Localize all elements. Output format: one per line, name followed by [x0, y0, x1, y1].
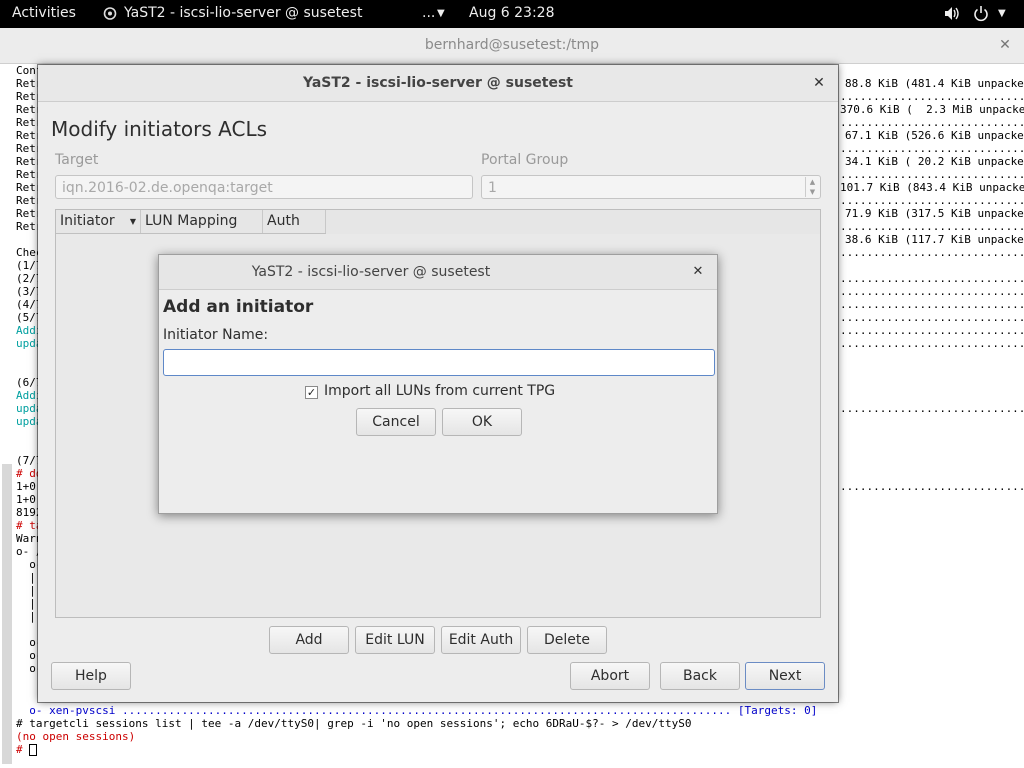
dialog-title: YaST2 - iscsi-lio-server @ susetest: [251, 264, 491, 280]
terminal-line: 88.8 KiB (481.4 KiB unpacked): [845, 77, 1024, 90]
page-title: Modify initiators ACLs: [51, 117, 268, 141]
portal-group-value: 1: [488, 180, 497, 196]
terminal-line: ...............................[done]: [840, 194, 1024, 207]
ok-button[interactable]: OK: [442, 408, 522, 436]
clock[interactable]: Aug 6 23:28: [469, 0, 555, 27]
top-bar: Activities YaST2 - iscsi-lio-server @ su…: [0, 0, 1024, 27]
table-header: Initiator ▼ LUN Mapping Auth: [56, 210, 326, 234]
initiator-name-input[interactable]: [163, 349, 715, 376]
abort-button-label: Abort: [590, 668, 630, 684]
terminal-line: 370.6 KiB ( 2.3 MiB unpacked): [840, 103, 1024, 116]
target-label: Target: [55, 152, 99, 168]
terminal-line: (no open sessions): [16, 730, 136, 743]
terminal-header: bernhard@susetest:/tmp ✕: [0, 28, 1024, 64]
column-header-auth[interactable]: Auth: [263, 210, 326, 233]
terminal-line: 71.9 KiB (317.5 KiB unpacked): [845, 207, 1024, 220]
spin-arrows-icon[interactable]: ▲ ▼: [805, 177, 819, 197]
delete-button[interactable]: Delete: [527, 626, 607, 654]
terminal-line: ...............................[done]: [840, 285, 1024, 298]
terminal-line: 34.1 KiB ( 20.2 KiB unpacked): [845, 155, 1024, 168]
terminal-line: ...............................[done]: [840, 168, 1024, 181]
terminal-title: bernhard@susetest:/tmp: [424, 37, 600, 53]
cursor-icon: [29, 744, 38, 756]
terminal-line: ...............................[done]: [840, 402, 1024, 415]
close-icon[interactable]: ✕: [996, 36, 1014, 54]
help-button-label: Help: [75, 668, 107, 684]
terminal-line: |: [16, 571, 36, 584]
terminal-line: # targetcli sessions list | tee -a /dev/…: [16, 717, 692, 730]
terminal-line: ...............................[done]: [840, 246, 1024, 259]
chevron-down-icon[interactable]: ▼: [437, 0, 445, 27]
add-button[interactable]: Add: [269, 626, 349, 654]
terminal-line: ...............................[done]: [840, 272, 1024, 285]
close-icon[interactable]: ✕: [689, 263, 707, 281]
yast-app-icon: [103, 0, 117, 27]
terminal-line: ...............................[done]: [840, 142, 1024, 155]
terminal-line: ...............................[done]: [840, 90, 1024, 103]
terminal-line: ...............................[done]: [840, 116, 1024, 129]
terminal-line: 1+0: [16, 493, 36, 506]
terminal-line: o- xen-pvscsi ..........................…: [16, 704, 818, 717]
back-button-label: Back: [683, 668, 717, 684]
portal-group-label: Portal Group: [481, 152, 569, 168]
terminal-line: 101.7 KiB (843.4 KiB unpacked): [840, 181, 1024, 194]
column-header-initiator[interactable]: Initiator ▼: [56, 210, 141, 233]
app-menu-title[interactable]: YaST2 - iscsi-lio-server @ susetest: [124, 0, 362, 27]
system-menu-chevron-icon[interactable]: ▼: [998, 0, 1006, 27]
column-header-lun-mapping[interactable]: LUN Mapping: [141, 210, 263, 233]
terminal-line: |: [16, 610, 36, 623]
dialog-heading: Add an initiator: [163, 297, 314, 317]
dialog-title: YaST2 - iscsi-lio-server @ susetest: [303, 75, 573, 91]
next-button[interactable]: Next: [745, 662, 825, 690]
target-field[interactable]: iqn.2016-02.de.openqa:target: [55, 175, 473, 199]
abort-button[interactable]: Abort: [570, 662, 650, 690]
dialog-header: YaST2 - iscsi-lio-server @ susetest ✕: [38, 65, 838, 102]
edit-lun-button-label: Edit LUN: [365, 632, 425, 648]
terminal-line: ...............................[done]: [840, 324, 1024, 337]
add-button-label: Add: [295, 632, 323, 648]
edit-lun-button[interactable]: Edit LUN: [355, 626, 435, 654]
ok-button-label: OK: [471, 414, 493, 430]
terminal-line: 1+0: [16, 480, 36, 493]
overflow-indicator[interactable]: ...: [422, 0, 435, 27]
power-icon[interactable]: [973, 0, 989, 27]
terminal-prompt[interactable]: #: [16, 743, 38, 756]
dialog-header: YaST2 - iscsi-lio-server @ susetest ✕: [159, 255, 717, 290]
edit-auth-button[interactable]: Edit Auth: [441, 626, 521, 654]
close-icon[interactable]: ✕: [810, 74, 828, 92]
cancel-button[interactable]: Cancel: [356, 408, 436, 436]
delete-button-label: Delete: [544, 632, 590, 648]
terminal-line: ...............................[done]: [840, 220, 1024, 233]
add-initiator-dialog: YaST2 - iscsi-lio-server @ susetest ✕ Ad…: [158, 254, 718, 514]
help-button[interactable]: Help: [51, 662, 131, 690]
terminal-line: |: [16, 584, 36, 597]
terminal-line: |: [16, 597, 36, 610]
terminal-line: 38.6 KiB (117.7 KiB unpacked): [845, 233, 1024, 246]
terminal-line: ...............................[done]: [840, 337, 1024, 350]
initiator-name-label: Initiator Name:: [163, 327, 269, 343]
terminal-line: 67.1 KiB (526.6 KiB unpacked): [845, 129, 1024, 142]
sort-down-icon: ▼: [129, 217, 136, 226]
terminal-line: ...............................[done]: [840, 311, 1024, 324]
next-button-label: Next: [768, 668, 802, 684]
column-label: Initiator: [60, 213, 115, 229]
edit-auth-button-label: Edit Auth: [448, 632, 514, 648]
terminal-line: ...............................[done]: [840, 480, 1024, 493]
import-luns-label[interactable]: Import all LUNs from current TPG: [324, 383, 555, 399]
import-luns-checkbox[interactable]: ✓: [305, 386, 318, 399]
activities-button[interactable]: Activities: [12, 0, 76, 27]
back-button[interactable]: Back: [660, 662, 740, 690]
volume-icon[interactable]: [944, 0, 960, 27]
terminal-scrollbar[interactable]: [2, 464, 12, 764]
cancel-button-label: Cancel: [372, 414, 420, 430]
terminal-line: ...............................[done]: [840, 298, 1024, 311]
portal-group-spinbox[interactable]: 1 ▲ ▼: [481, 175, 821, 199]
